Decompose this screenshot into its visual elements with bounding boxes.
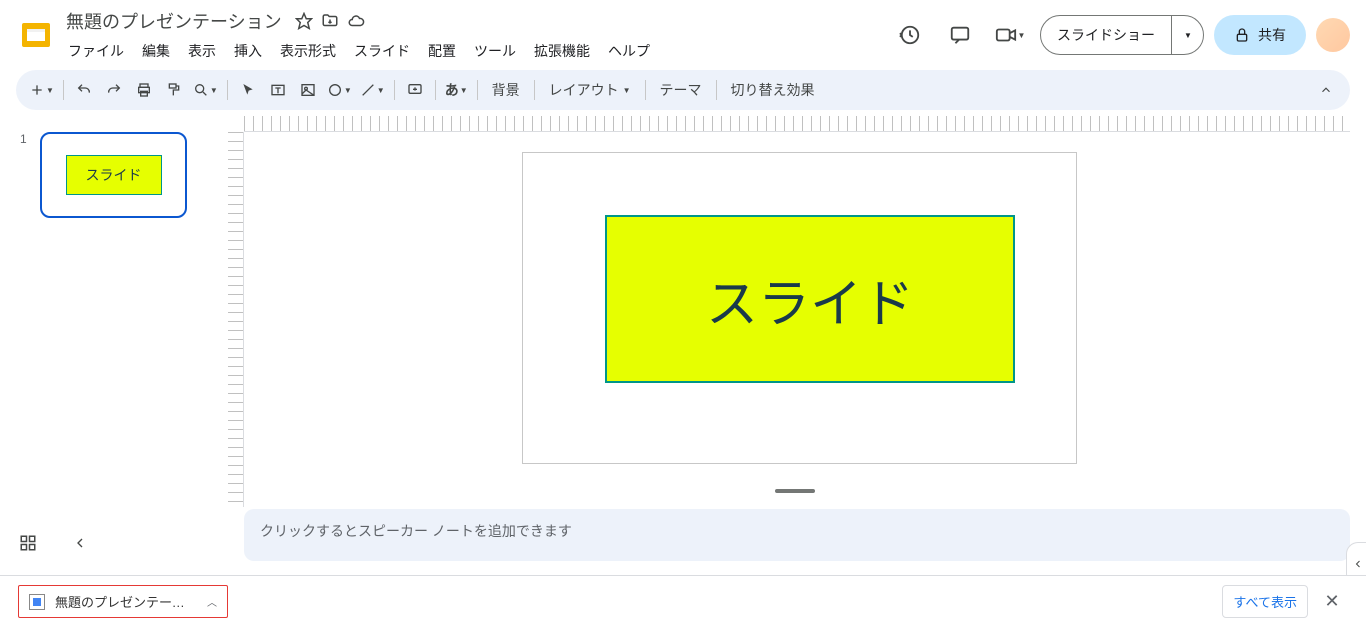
input-tools-button[interactable]: あ▼ (442, 76, 471, 104)
download-filename: 無題のプレゼンテーシ....jpg (55, 592, 197, 611)
doc-title[interactable]: 無題のプレゼンテーション (60, 6, 288, 36)
new-slide-button[interactable]: ▼ (26, 76, 57, 104)
account-avatar[interactable] (1316, 18, 1350, 52)
speaker-notes[interactable]: クリックするとスピーカー ノートを追加できます (244, 509, 1350, 561)
menu-edit[interactable]: 編集 (134, 37, 178, 65)
paint-format-button[interactable] (160, 76, 188, 104)
line-tool[interactable]: ▼ (357, 76, 388, 104)
menu-bar: ファイル 編集 表示 挿入 表示形式 スライド 配置 ツール 拡張機能 ヘルプ (60, 37, 890, 65)
slide-number: 1 (20, 132, 27, 146)
header-actions: ▼ スライドショー ▼ 共有 (890, 15, 1350, 55)
meet-icon[interactable]: ▼ (990, 15, 1030, 55)
print-button[interactable] (130, 76, 158, 104)
menu-insert[interactable]: 挿入 (226, 37, 270, 65)
slideshow-button: スライドショー ▼ (1040, 15, 1204, 55)
show-all-downloads[interactable]: すべて表示 (1222, 585, 1308, 618)
image-tool[interactable] (294, 76, 322, 104)
zoom-button[interactable]: ▼ (190, 76, 221, 104)
background-button[interactable]: 背景 (484, 76, 528, 104)
move-folder-icon[interactable] (320, 11, 340, 31)
text-shape[interactable]: スライド (605, 215, 1015, 383)
redo-button[interactable] (100, 76, 128, 104)
theme-button[interactable]: テーマ (652, 76, 710, 104)
menu-arrange[interactable]: 配置 (420, 37, 464, 65)
canvas-area: スライド クリックするとスピーカー ノートを追加できます (224, 116, 1366, 567)
cloud-status-icon[interactable] (346, 11, 366, 31)
select-tool[interactable] (234, 76, 262, 104)
undo-button[interactable] (70, 76, 98, 104)
layout-button[interactable]: レイアウト▼ (541, 76, 639, 104)
menu-extensions[interactable]: 拡張機能 (526, 37, 598, 65)
slide-canvas[interactable]: スライド (522, 152, 1077, 464)
collapse-filmstrip-icon[interactable] (68, 531, 92, 555)
menu-format[interactable]: 表示形式 (272, 37, 344, 65)
star-icon[interactable] (294, 11, 314, 31)
download-bar: 無題のプレゼンテーシ....jpg ︿ すべて表示 ✕ (0, 575, 1366, 627)
slide-thumbnail[interactable]: スライド (40, 132, 187, 218)
share-button[interactable]: 共有 (1214, 15, 1306, 55)
notes-resize-handle[interactable] (775, 489, 815, 493)
collapse-toolbar-button[interactable] (1312, 76, 1340, 104)
header: 無題のプレゼンテーション ファイル 編集 表示 挿入 表示形式 スライド 配置 … (0, 0, 1366, 64)
thumb-shape: スライド (66, 155, 162, 195)
grid-view-icon[interactable] (16, 531, 40, 555)
menu-tools[interactable]: ツール (466, 37, 524, 65)
vertical-ruler[interactable] (228, 132, 244, 507)
title-area: 無題のプレゼンテーション ファイル 編集 表示 挿入 表示形式 スライド 配置 … (60, 6, 890, 65)
close-download-bar[interactable]: ✕ (1316, 586, 1348, 618)
file-type-icon (29, 594, 45, 610)
shape-tool[interactable]: ▼ (324, 76, 355, 104)
shape-text: スライド (706, 262, 914, 337)
comment-tool[interactable] (401, 76, 429, 104)
download-item[interactable]: 無題のプレゼンテーシ....jpg ︿ (18, 585, 228, 618)
menu-view[interactable]: 表示 (180, 37, 224, 65)
comments-icon[interactable] (940, 15, 980, 55)
chevron-up-icon[interactable]: ︿ (207, 594, 217, 609)
share-label: 共有 (1258, 25, 1286, 45)
menu-file[interactable]: ファイル (60, 37, 132, 65)
toolbar: ▼ ▼ ▼ ▼ あ▼ 背景 レイアウト▼ テーマ 切り替え効果 (16, 70, 1350, 110)
horizontal-ruler[interactable] (244, 116, 1350, 132)
history-icon[interactable] (890, 15, 930, 55)
textbox-tool[interactable] (264, 76, 292, 104)
main-area: 1 スライド スライド クリックするとスピーカー ノートを追加できます (0, 116, 1366, 567)
menu-help[interactable]: ヘルプ (600, 37, 658, 65)
transition-button[interactable]: 切り替え効果 (723, 76, 823, 104)
filmstrip: 1 スライド (0, 116, 224, 567)
app-logo[interactable] (16, 15, 56, 55)
slideshow-dropdown[interactable]: ▼ (1171, 16, 1203, 54)
menu-slide[interactable]: スライド (346, 37, 418, 65)
slideshow-main[interactable]: スライドショー (1041, 16, 1171, 54)
